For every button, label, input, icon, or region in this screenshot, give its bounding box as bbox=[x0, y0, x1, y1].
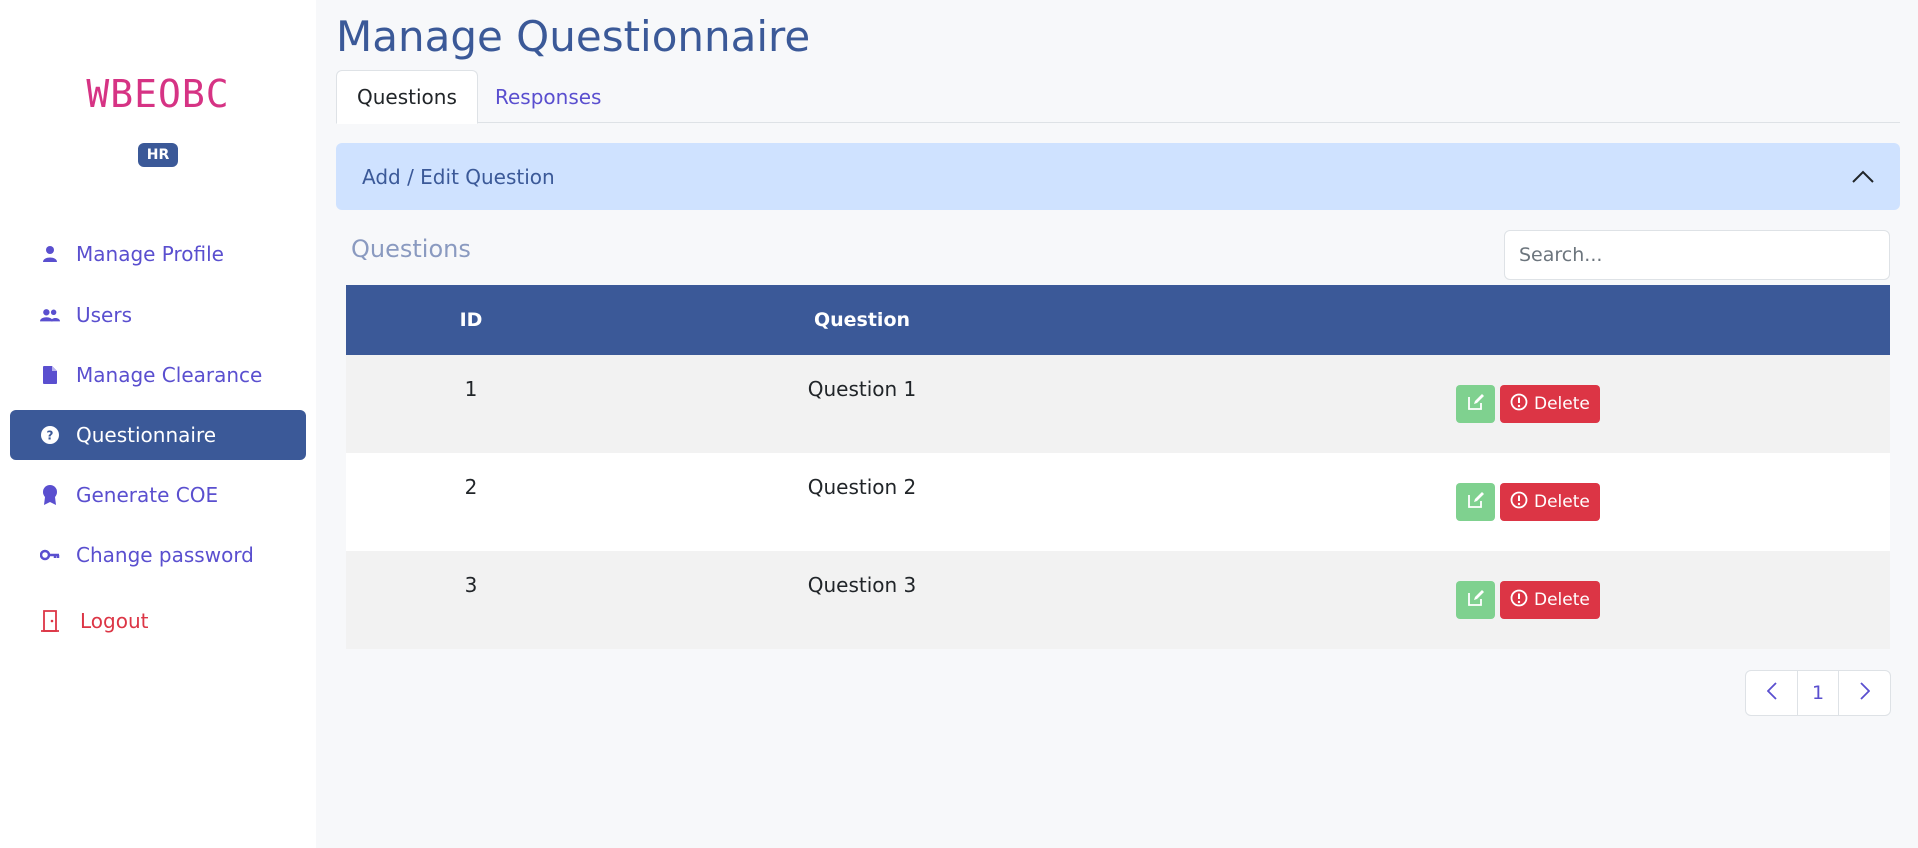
table-body: 1 Question 1 Delete 2 Question 2 Delete … bbox=[346, 355, 1890, 649]
sidebar-item-label: Users bbox=[76, 303, 133, 327]
edit-button[interactable] bbox=[1456, 385, 1495, 423]
sidebar-item-change-password[interactable]: Change password bbox=[10, 530, 306, 580]
sidebar-item-manage-clearance[interactable]: Manage Clearance bbox=[10, 350, 306, 400]
tab-questions[interactable]: Questions bbox=[336, 70, 478, 124]
sidebar-item-label: Questionnaire bbox=[76, 423, 217, 447]
row-id: 1 bbox=[464, 377, 478, 401]
award-icon bbox=[40, 485, 60, 505]
brand-logo: WBEOBC bbox=[86, 72, 230, 116]
search-input[interactable] bbox=[1504, 230, 1890, 280]
delete-label: Delete bbox=[1534, 394, 1590, 414]
delete-button[interactable]: Delete bbox=[1500, 385, 1600, 423]
row-actions: Delete bbox=[1456, 385, 1600, 423]
table-row: 1 Question 1 Delete bbox=[346, 355, 1890, 453]
questions-table: ID Question 1 Question 1 Delete 2 Questi… bbox=[346, 285, 1890, 649]
row-question: Question 2 bbox=[807, 475, 917, 499]
svg-text:?: ? bbox=[47, 429, 54, 443]
role-badge: HR bbox=[138, 143, 178, 167]
page-title: Manage Questionnaire bbox=[336, 12, 811, 61]
question-circle-icon: ? bbox=[40, 425, 60, 445]
sidebar-item-generate-coe[interactable]: Generate COE bbox=[10, 470, 306, 520]
sidebar-item-users[interactable]: Users bbox=[10, 290, 306, 340]
sidebar-item-label: Change password bbox=[76, 543, 254, 567]
door-icon bbox=[40, 610, 60, 632]
logout-button[interactable]: Logout bbox=[10, 596, 306, 646]
chevron-up-icon bbox=[1852, 165, 1874, 189]
sidebar-item-label: Generate COE bbox=[76, 483, 219, 507]
sidebar-item-label: Manage Profile bbox=[76, 242, 224, 266]
add-edit-question-accordion[interactable]: Add / Edit Question bbox=[336, 143, 1900, 210]
chevron-left-icon bbox=[1766, 681, 1777, 705]
table-header: ID Question bbox=[346, 285, 1890, 355]
row-id: 2 bbox=[464, 475, 478, 499]
edit-icon bbox=[1467, 392, 1485, 416]
prev-page-button[interactable] bbox=[1746, 671, 1797, 715]
delete-button[interactable]: Delete bbox=[1500, 483, 1600, 521]
delete-label: Delete bbox=[1534, 492, 1590, 512]
accordion-label: Add / Edit Question bbox=[362, 164, 555, 189]
alert-circle-icon bbox=[1510, 393, 1528, 416]
page-number-button[interactable]: 1 bbox=[1797, 671, 1839, 715]
sidebar-item-manage-profile[interactable]: Manage Profile bbox=[10, 229, 306, 279]
key-icon bbox=[40, 545, 60, 565]
row-question: Question 1 bbox=[807, 377, 917, 401]
tab-responses[interactable]: Responses bbox=[475, 70, 621, 123]
pagination: 1 bbox=[1745, 670, 1891, 716]
row-id: 3 bbox=[464, 573, 478, 597]
table-row: 3 Question 3 Delete bbox=[346, 551, 1890, 649]
edit-button[interactable] bbox=[1456, 581, 1495, 619]
edit-icon bbox=[1467, 490, 1485, 514]
row-question: Question 3 bbox=[807, 573, 917, 597]
edit-button[interactable] bbox=[1456, 483, 1495, 521]
users-icon bbox=[40, 305, 60, 325]
table-row: 2 Question 2 Delete bbox=[346, 453, 1890, 551]
edit-icon bbox=[1467, 588, 1485, 612]
column-header-id: ID bbox=[459, 309, 483, 331]
sidebar-item-questionnaire[interactable]: ? Questionnaire bbox=[10, 410, 306, 460]
row-actions: Delete bbox=[1456, 483, 1600, 521]
tab-bar: Questions Responses bbox=[336, 70, 1900, 124]
delete-label: Delete bbox=[1534, 590, 1590, 610]
chevron-right-icon bbox=[1859, 681, 1870, 705]
delete-button[interactable]: Delete bbox=[1500, 581, 1600, 619]
column-header-question: Question bbox=[813, 309, 911, 331]
alert-circle-icon bbox=[1510, 589, 1528, 612]
sidebar: WBEOBC HR Manage Profile Users Manage Cl… bbox=[0, 0, 316, 848]
document-icon bbox=[40, 365, 60, 385]
row-actions: Delete bbox=[1456, 581, 1600, 619]
alert-circle-icon bbox=[1510, 491, 1528, 514]
sidebar-item-label: Logout bbox=[80, 609, 149, 633]
sidebar-item-label: Manage Clearance bbox=[76, 363, 263, 387]
section-title: Questions bbox=[351, 235, 471, 263]
next-page-button[interactable] bbox=[1839, 671, 1890, 715]
person-icon bbox=[40, 244, 60, 264]
